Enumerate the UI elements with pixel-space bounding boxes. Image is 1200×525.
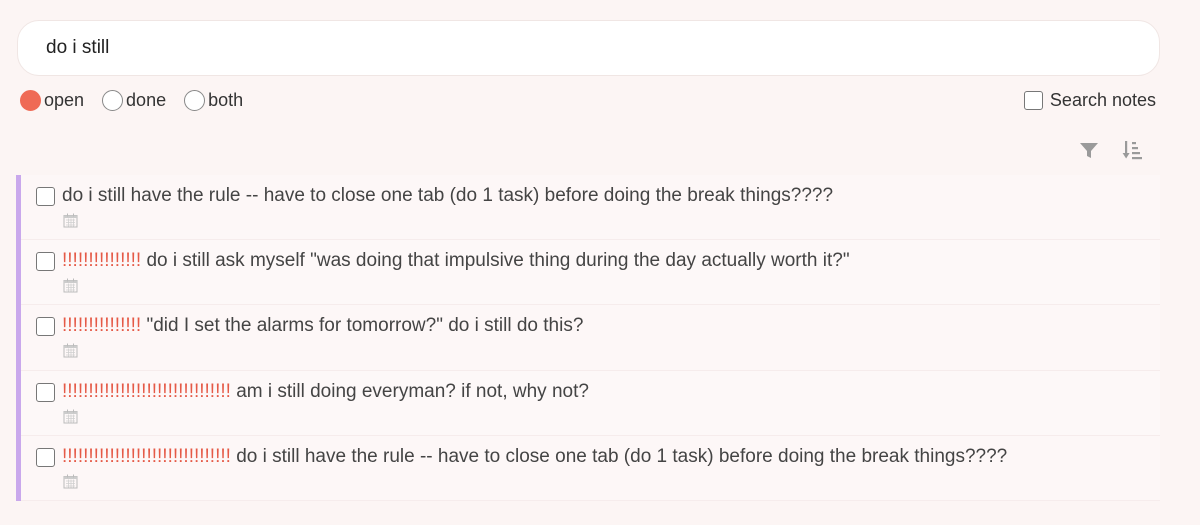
filter-done-radio[interactable] <box>102 89 124 111</box>
task-row: !!!!!!!!!!!!!!! do i still ask myself "w… <box>21 240 1160 306</box>
list-toolbar <box>1056 139 1144 161</box>
filter-both-label: both <box>208 89 244 110</box>
task-title: am i still doing everyman? if not, why n… <box>230 380 589 402</box>
task-row: !!!!!!!!!!!!!!!!!!!!!!!!!!!!!!!! am i st… <box>21 370 1160 436</box>
task-priority: !!!!!!!!!!!!!!!!!!!!!!!!!!!!!!!! <box>62 445 231 467</box>
task-title: do i still have the rule -- have to clos… <box>62 185 834 206</box>
calendar-icon[interactable] <box>63 213 78 228</box>
task-row: do i still have the rule -- have to clos… <box>21 175 1160 241</box>
filter-done-option[interactable]: done <box>102 89 167 111</box>
search-notes-label: Search notes <box>1049 89 1156 110</box>
search-notes-toggle[interactable]: Search notes <box>1023 88 1156 112</box>
filter-both-radio[interactable] <box>184 89 206 111</box>
search-notes-checkbox[interactable] <box>1023 90 1043 110</box>
task-text[interactable]: do i still have the rule -- have to clos… <box>62 185 833 207</box>
calendar-icon[interactable] <box>63 409 78 424</box>
task-row: !!!!!!!!!!!!!!! "did I set the alarms fo… <box>21 305 1160 371</box>
calendar-icon[interactable] <box>63 474 78 489</box>
task-checkbox[interactable] <box>36 447 55 467</box>
sort-icon[interactable] <box>1122 139 1144 161</box>
task-checkbox[interactable] <box>36 252 55 272</box>
task-title: "did I set the alarms for tomorrow?" do … <box>141 315 584 337</box>
task-checkbox[interactable] <box>36 382 55 402</box>
filter-open-label: open <box>44 89 85 110</box>
task-checkbox[interactable] <box>36 187 55 206</box>
task-title: do i still have the rule -- have to clos… <box>230 445 1008 467</box>
task-text[interactable]: !!!!!!!!!!!!!!! "did I set the alarms fo… <box>62 315 583 337</box>
task-title: do i still ask myself "was doing that im… <box>141 250 850 272</box>
task-priority: !!!!!!!!!!!!!!!!!!!!!!!!!!!!!!!! <box>62 380 231 402</box>
task-row: !!!!!!!!!!!!!!!!!!!!!!!!!!!!!!!! do i st… <box>21 435 1160 501</box>
task-priority: !!!!!!!!!!!!!!! <box>62 250 142 272</box>
calendar-icon[interactable] <box>63 343 78 358</box>
calendar-icon[interactable] <box>63 278 78 293</box>
filter-open-radio[interactable] <box>20 89 41 111</box>
task-list: do i still have the rule -- have to clos… <box>16 175 1160 501</box>
filter-icon[interactable] <box>1078 139 1100 161</box>
filter-open-option[interactable]: open <box>20 89 85 111</box>
task-priority: !!!!!!!!!!!!!!! <box>62 315 142 337</box>
status-filter-group: open done both <box>20 88 261 112</box>
task-checkbox[interactable] <box>36 317 55 337</box>
search-input[interactable] <box>46 37 1159 59</box>
task-text[interactable]: !!!!!!!!!!!!!!!!!!!!!!!!!!!!!!!! am i st… <box>62 381 589 403</box>
filter-both-option[interactable]: both <box>184 89 244 111</box>
task-text[interactable]: !!!!!!!!!!!!!!! do i still ask myself "w… <box>62 250 850 272</box>
search-bar[interactable] <box>17 20 1160 76</box>
task-text[interactable]: !!!!!!!!!!!!!!!!!!!!!!!!!!!!!!!! do i st… <box>62 446 1007 468</box>
filter-done-label: done <box>126 89 167 110</box>
